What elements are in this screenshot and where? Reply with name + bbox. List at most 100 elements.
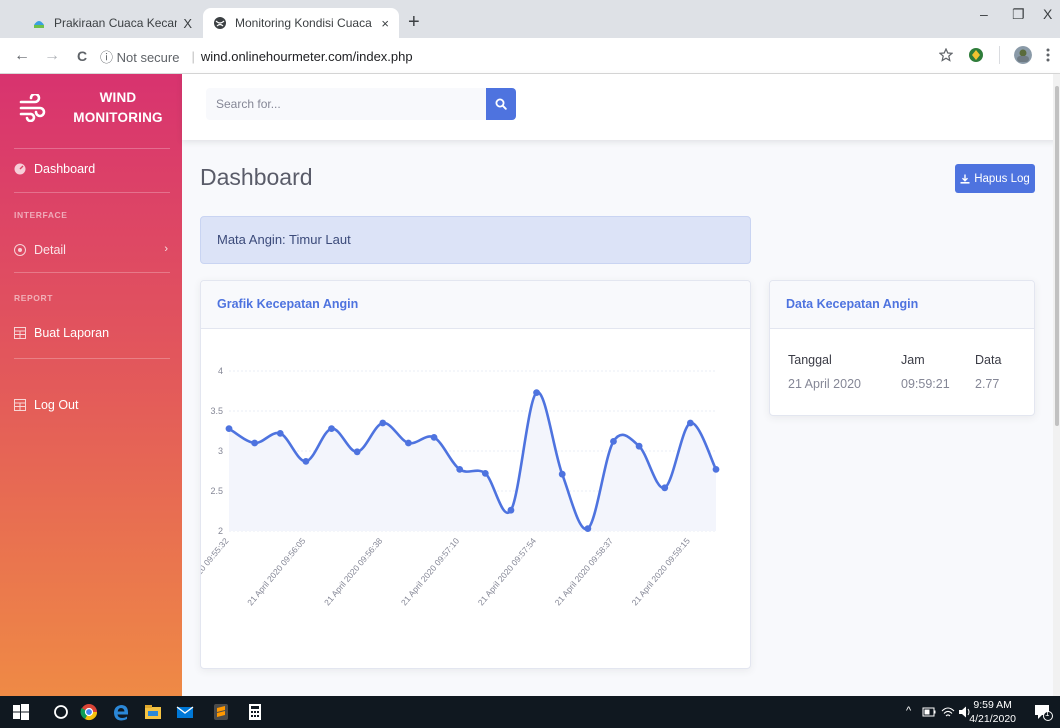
x-tick-label: 21 April 2020 09:55:32 bbox=[201, 536, 231, 608]
address-bar[interactable]: ⓘ Not secure | wind.onlinehourmeter.com/… bbox=[100, 44, 413, 68]
globe-favicon-icon bbox=[214, 17, 226, 29]
y-tick-label: 3.5 bbox=[210, 406, 223, 416]
tab-close-icon[interactable]: × bbox=[381, 16, 389, 31]
wind-direction-text: Mata Angin: Timur Laut bbox=[217, 232, 351, 247]
mail-icon[interactable] bbox=[176, 703, 194, 721]
x-tick-label: 21 April 2020 09:56:05 bbox=[245, 536, 308, 608]
browser-tab-prakiraan[interactable]: Prakiraan Cuaca Kecamatan Gres X bbox=[22, 8, 202, 38]
chart-card-title: Grafik Kecepatan Angin bbox=[201, 281, 750, 329]
y-tick-label: 2.5 bbox=[210, 486, 223, 496]
brand-line-1: WIND bbox=[99, 90, 137, 105]
sidebar: WIND MONITORING Dashboard INTERFACE Deta… bbox=[0, 74, 182, 696]
weather-favicon-icon bbox=[34, 21, 44, 28]
wind-icon bbox=[19, 94, 46, 122]
system-clock[interactable]: 9:59 AM 4/21/2020 bbox=[969, 698, 1016, 726]
cell-tanggal: 21 April 2020 bbox=[788, 377, 861, 391]
sidebar-item-dashboard[interactable]: Dashboard bbox=[14, 158, 170, 180]
page-title: Dashboard bbox=[200, 164, 313, 190]
browser-menu-icon[interactable] bbox=[1046, 48, 1050, 62]
minimize-button[interactable]: – bbox=[980, 6, 988, 22]
sidebar-item-detail[interactable]: Detail › bbox=[14, 239, 170, 261]
sidebar-item-label: Log Out bbox=[34, 398, 79, 412]
hapus-log-button[interactable]: Hapus Log bbox=[955, 164, 1035, 193]
sidebar-item-buat-laporan[interactable]: Buat Laporan bbox=[14, 322, 170, 344]
clock-time: 9:59 AM bbox=[973, 699, 1012, 711]
wind-speed-line-chart: 2 2.5 3 3.5 4 21 April 2020 09:55:32 21 April … bbox=[168, 366, 720, 608]
tachometer-icon bbox=[14, 163, 26, 175]
chrome-taskbar-icon[interactable] bbox=[80, 703, 98, 721]
data-point bbox=[533, 389, 540, 396]
data-point bbox=[610, 438, 617, 445]
security-indicator[interactable]: ⓘ Not secure bbox=[100, 47, 179, 66]
data-point bbox=[712, 466, 720, 473]
brand-title: WIND MONITORING bbox=[64, 88, 172, 128]
sidebar-item-log-out[interactable]: Log Out bbox=[14, 394, 170, 416]
wind-speed-data-card: Data Kecepatan Angin Tanggal Jam Data 21… bbox=[769, 280, 1035, 416]
wind-direction-alert: Mata Angin: Timur Laut bbox=[200, 216, 751, 264]
wifi-icon[interactable] bbox=[941, 705, 955, 719]
battery-icon[interactable] bbox=[922, 705, 936, 719]
data-point bbox=[353, 448, 361, 456]
edge-taskbar-icon[interactable] bbox=[112, 703, 130, 721]
data-point bbox=[507, 506, 515, 514]
sidebar-item-label: Detail bbox=[34, 243, 66, 257]
data-point bbox=[302, 458, 310, 465]
url-text[interactable]: wind.onlinehourmeter.com/index.php bbox=[201, 49, 413, 64]
calculator-icon[interactable] bbox=[246, 703, 264, 721]
browser-toolbar: ← → C ⓘ Not secure | wind.onlinehourmete… bbox=[0, 38, 1060, 74]
data-point bbox=[584, 525, 592, 532]
profile-avatar-icon[interactable] bbox=[1014, 46, 1032, 64]
x-tick-label: 21 April 2020 09:57:54 bbox=[476, 536, 539, 608]
sublime-text-icon[interactable] bbox=[212, 703, 230, 721]
data-point bbox=[328, 425, 335, 432]
file-explorer-icon[interactable] bbox=[144, 703, 162, 721]
browser-tab-strip: Prakiraan Cuaca Kecamatan Gres X Monitor… bbox=[0, 0, 1060, 38]
data-point bbox=[558, 470, 566, 478]
notification-center-icon[interactable] bbox=[1033, 702, 1053, 722]
window-close-button[interactable]: X bbox=[1043, 6, 1052, 22]
sidebar-brand[interactable]: WIND MONITORING bbox=[0, 82, 182, 134]
cell-data: 2.77 bbox=[975, 377, 1000, 391]
cell-jam: 09:59:21 bbox=[901, 377, 950, 391]
sidebar-divider bbox=[14, 192, 170, 193]
tab-close-icon[interactable]: X bbox=[183, 16, 192, 31]
search-button[interactable] bbox=[486, 88, 516, 120]
scrollbar-thumb[interactable] bbox=[1055, 86, 1059, 426]
reload-button[interactable]: C bbox=[74, 48, 90, 64]
data-point bbox=[276, 430, 284, 437]
column-header-tanggal: Tanggal bbox=[788, 353, 832, 367]
data-point bbox=[661, 484, 669, 492]
x-tick-label: 21 April 2020 09:56:38 bbox=[322, 536, 385, 608]
y-tick-label: 2 bbox=[218, 526, 223, 536]
data-point bbox=[379, 419, 387, 427]
search-icon bbox=[495, 98, 507, 110]
sidebar-divider bbox=[14, 358, 170, 359]
x-tick-label: 21 April 2020 09:57:10 bbox=[399, 536, 462, 608]
y-tick-label: 4 bbox=[218, 366, 223, 376]
column-header-jam: Jam bbox=[901, 353, 925, 367]
search-input[interactable] bbox=[206, 88, 486, 120]
y-tick-label: 3 bbox=[218, 446, 223, 456]
back-button[interactable]: ← bbox=[14, 47, 30, 65]
wind-speed-chart-card: Grafik Kecepatan Angin 2 2.5 3 3.5 4 21 April… bbox=[168, 280, 751, 669]
sidebar-heading-interface: INTERFACE bbox=[14, 210, 68, 220]
notification-count: 1 bbox=[1045, 709, 1050, 718]
new-tab-button[interactable]: + bbox=[408, 12, 420, 32]
cortana-search-icon[interactable] bbox=[52, 703, 70, 721]
forward-button[interactable]: → bbox=[44, 47, 60, 65]
windows-start-icon[interactable] bbox=[12, 703, 30, 721]
toolbar-actions bbox=[939, 46, 1050, 64]
sidebar-item-label: Dashboard bbox=[34, 162, 96, 176]
data-point bbox=[635, 442, 643, 450]
sidebar-item-label: Buat Laporan bbox=[34, 326, 110, 340]
restore-button[interactable]: ❐ bbox=[1012, 6, 1025, 23]
tray-chevron-up-icon[interactable]: ^ bbox=[906, 705, 911, 717]
tab-title: Prakiraan Cuaca Kecamatan Gres bbox=[54, 16, 177, 30]
extension-icon[interactable] bbox=[967, 46, 985, 64]
clock-date: 4/21/2020 bbox=[969, 713, 1016, 725]
download-icon bbox=[960, 174, 970, 184]
data-point bbox=[251, 439, 259, 447]
browser-tab-monitoring[interactable]: Monitoring Kondisi Cuaca × bbox=[203, 8, 399, 38]
bookmark-star-icon[interactable] bbox=[939, 48, 953, 62]
toolbar-divider bbox=[999, 46, 1000, 64]
